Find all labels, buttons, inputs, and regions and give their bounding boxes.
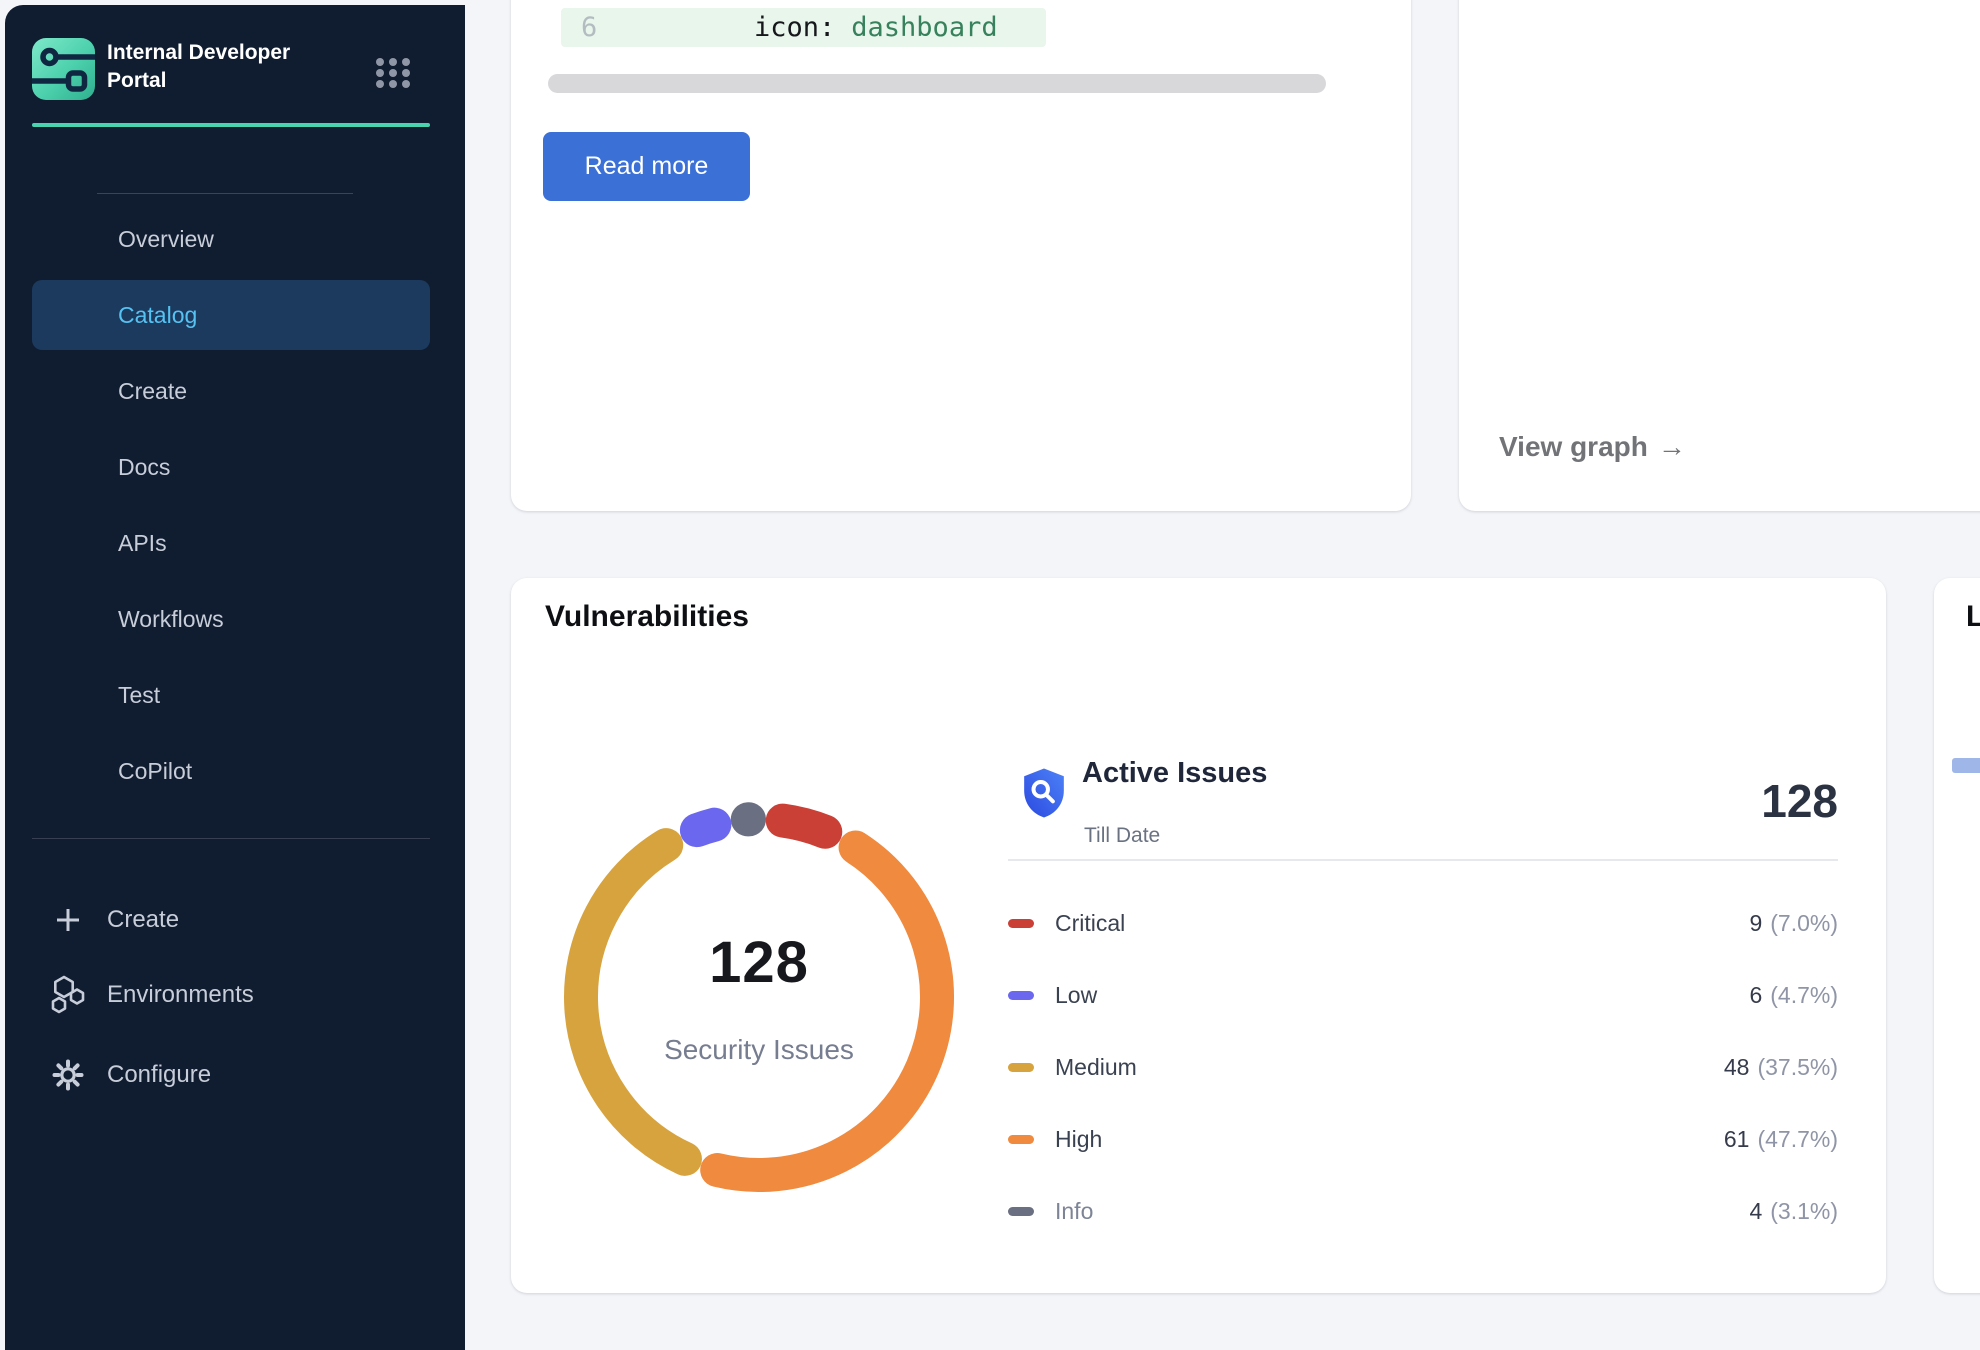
idp-logo-icon <box>32 38 95 100</box>
vulnerabilities-card: Vulnerabilities 128 Security Issues <box>511 578 1886 1293</box>
info-color-pill <box>1008 1207 1034 1216</box>
active-issues-subtitle: Till Date <box>1084 824 1160 848</box>
donut-center-text: 128 Security Issues <box>549 787 969 1207</box>
sidebar-item-catalog[interactable]: Catalog <box>32 280 430 350</box>
sidebar-item-create[interactable]: Create <box>32 356 430 426</box>
code-line-number: 6 <box>561 12 627 43</box>
sidebar-item-overview[interactable]: Overview <box>32 204 430 274</box>
legend-row-critical: Critical 9(7.0%) <box>1008 887 1838 959</box>
graph-card: View graph→ <box>1459 0 1980 511</box>
legend-row-info: Info 4(3.1%) <box>1008 1175 1838 1247</box>
clipped-chart-bar <box>1952 758 1980 773</box>
active-issues-total: 128 <box>1761 774 1838 828</box>
legend-row-high: High 61(47.7%) <box>1008 1103 1838 1175</box>
card-title: Vulnerabilities <box>545 600 749 634</box>
read-more-button[interactable]: Read more <box>543 132 750 201</box>
clipped-card-title: L <box>1966 600 1980 634</box>
code-line-6: 6 icon:dashboard <box>561 8 1046 47</box>
medium-color-pill <box>1008 1063 1034 1072</box>
clipped-right-card: L <box>1934 578 1980 1293</box>
gear-icon <box>46 1055 90 1095</box>
apps-grid-icon[interactable] <box>375 57 411 94</box>
getting-started-card: 6 icon:dashboard Read more <box>511 0 1411 511</box>
severity-legend: Critical 9(7.0%) Low 6(4.7%) Medium 48(3… <box>1008 887 1838 1247</box>
sidebar-divider-bottom <box>32 838 430 839</box>
shield-search-icon <box>1016 764 1072 827</box>
sidebar: Internal Developer Portal Overview Catal… <box>5 5 465 1350</box>
sidebar-item-environments[interactable]: Environments <box>32 967 430 1023</box>
sidebar-nav: Overview Catalog Create Docs APIs Workfl… <box>32 204 430 812</box>
sidebar-item-configure[interactable]: Configure <box>32 1047 430 1103</box>
sidebar-divider-top <box>97 193 353 194</box>
sidebar-item-apis[interactable]: APIs <box>32 508 430 578</box>
view-graph-link[interactable]: View graph→ <box>1499 431 1686 463</box>
plus-icon <box>46 904 90 936</box>
sidebar-item-workflows[interactable]: Workflows <box>32 584 430 654</box>
low-color-pill <box>1008 991 1034 1000</box>
legend-row-low: Low 6(4.7%) <box>1008 959 1838 1031</box>
horizontal-scrollbar[interactable] <box>548 74 1326 93</box>
sidebar-item-create-new[interactable]: Create <box>32 892 430 948</box>
code-text: icon:dashboard <box>754 12 998 43</box>
app-title: Internal Developer Portal <box>107 39 332 95</box>
donut-total-value: 128 <box>709 929 809 996</box>
legend-row-medium: Medium 48(37.5%) <box>1008 1031 1838 1103</box>
donut-total-label: Security Issues <box>664 1034 854 1066</box>
sidebar-item-docs[interactable]: Docs <box>32 432 430 502</box>
sidebar-item-copilot[interactable]: CoPilot <box>32 736 430 806</box>
critical-color-pill <box>1008 919 1034 928</box>
hexagons-icon <box>46 974 90 1016</box>
sidebar-item-test[interactable]: Test <box>32 660 430 730</box>
panel-divider <box>1008 859 1838 861</box>
app-window: Internal Developer Portal Overview Catal… <box>0 0 1980 1350</box>
high-color-pill <box>1008 1135 1034 1144</box>
active-issues-title: Active Issues <box>1082 757 1267 790</box>
sidebar-accent-rule <box>32 123 430 127</box>
arrow-right-icon: → <box>1658 431 1686 462</box>
